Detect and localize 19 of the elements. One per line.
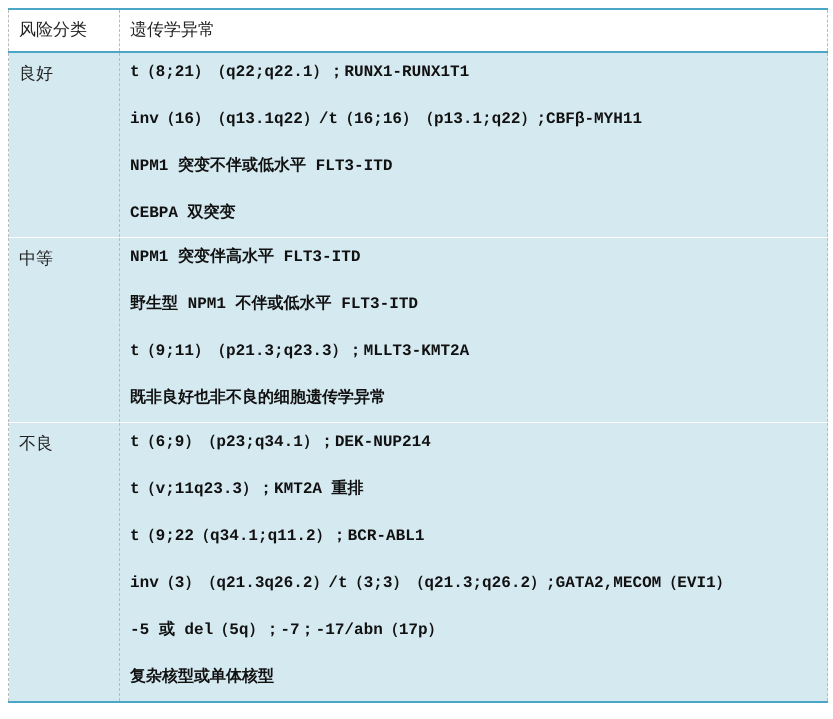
abnormality-text: t（9;11）（p21.3;q23.3）；MLLT3-KMT2A: [130, 342, 470, 360]
abnormality-text: 既非良好也非不良的细胞遗传学异常: [130, 389, 386, 407]
abnormality-text: t（6;9）（p23;q34.1）；DEK-NUP214: [130, 433, 431, 451]
abnormality-text: t（8;21）（q22;q22.1）；RUNX1-RUNX1T1: [130, 63, 470, 81]
risk-category: 不良: [19, 434, 53, 454]
abnormality-text: CEBPA 双突变: [130, 204, 236, 222]
abnormality-text: NPM1 突变伴高水平 FLT3-ITD: [130, 248, 360, 266]
column-header: 风险分类: [8, 9, 120, 52]
abnormality-text: t（v;11q23.3）；KMT2A 重排: [130, 480, 364, 498]
abnormality-text: inv（3）（q21.3q26.2）/t（3;3）（q21.3;q26.2）;GATA2,MECOM（EVI1）: [130, 574, 732, 592]
risk-category: 中等: [19, 249, 53, 269]
abnormality-text: -5 或 del（5q）；-7；-17/abn（17p）: [130, 621, 444, 639]
risk-category: 良好: [19, 64, 53, 84]
abnormality-text: 野生型 NPM1 不伴或低水平 FLT3-ITD: [130, 295, 418, 313]
column-header: 遗传学异常: [120, 9, 828, 52]
abnormality-text: 复杂核型或单体核型: [130, 668, 274, 686]
abnormality-text: NPM1 突变不伴或低水平 FLT3-ITD: [130, 157, 392, 175]
abnormality-text: t（9;22（q34.1;q11.2）；BCR-ABL1: [130, 527, 424, 545]
abnormality-text: inv（16）（q13.1q22）/t（16;16）（p13.1;q22）;CBFβ-MYH11: [130, 110, 642, 128]
